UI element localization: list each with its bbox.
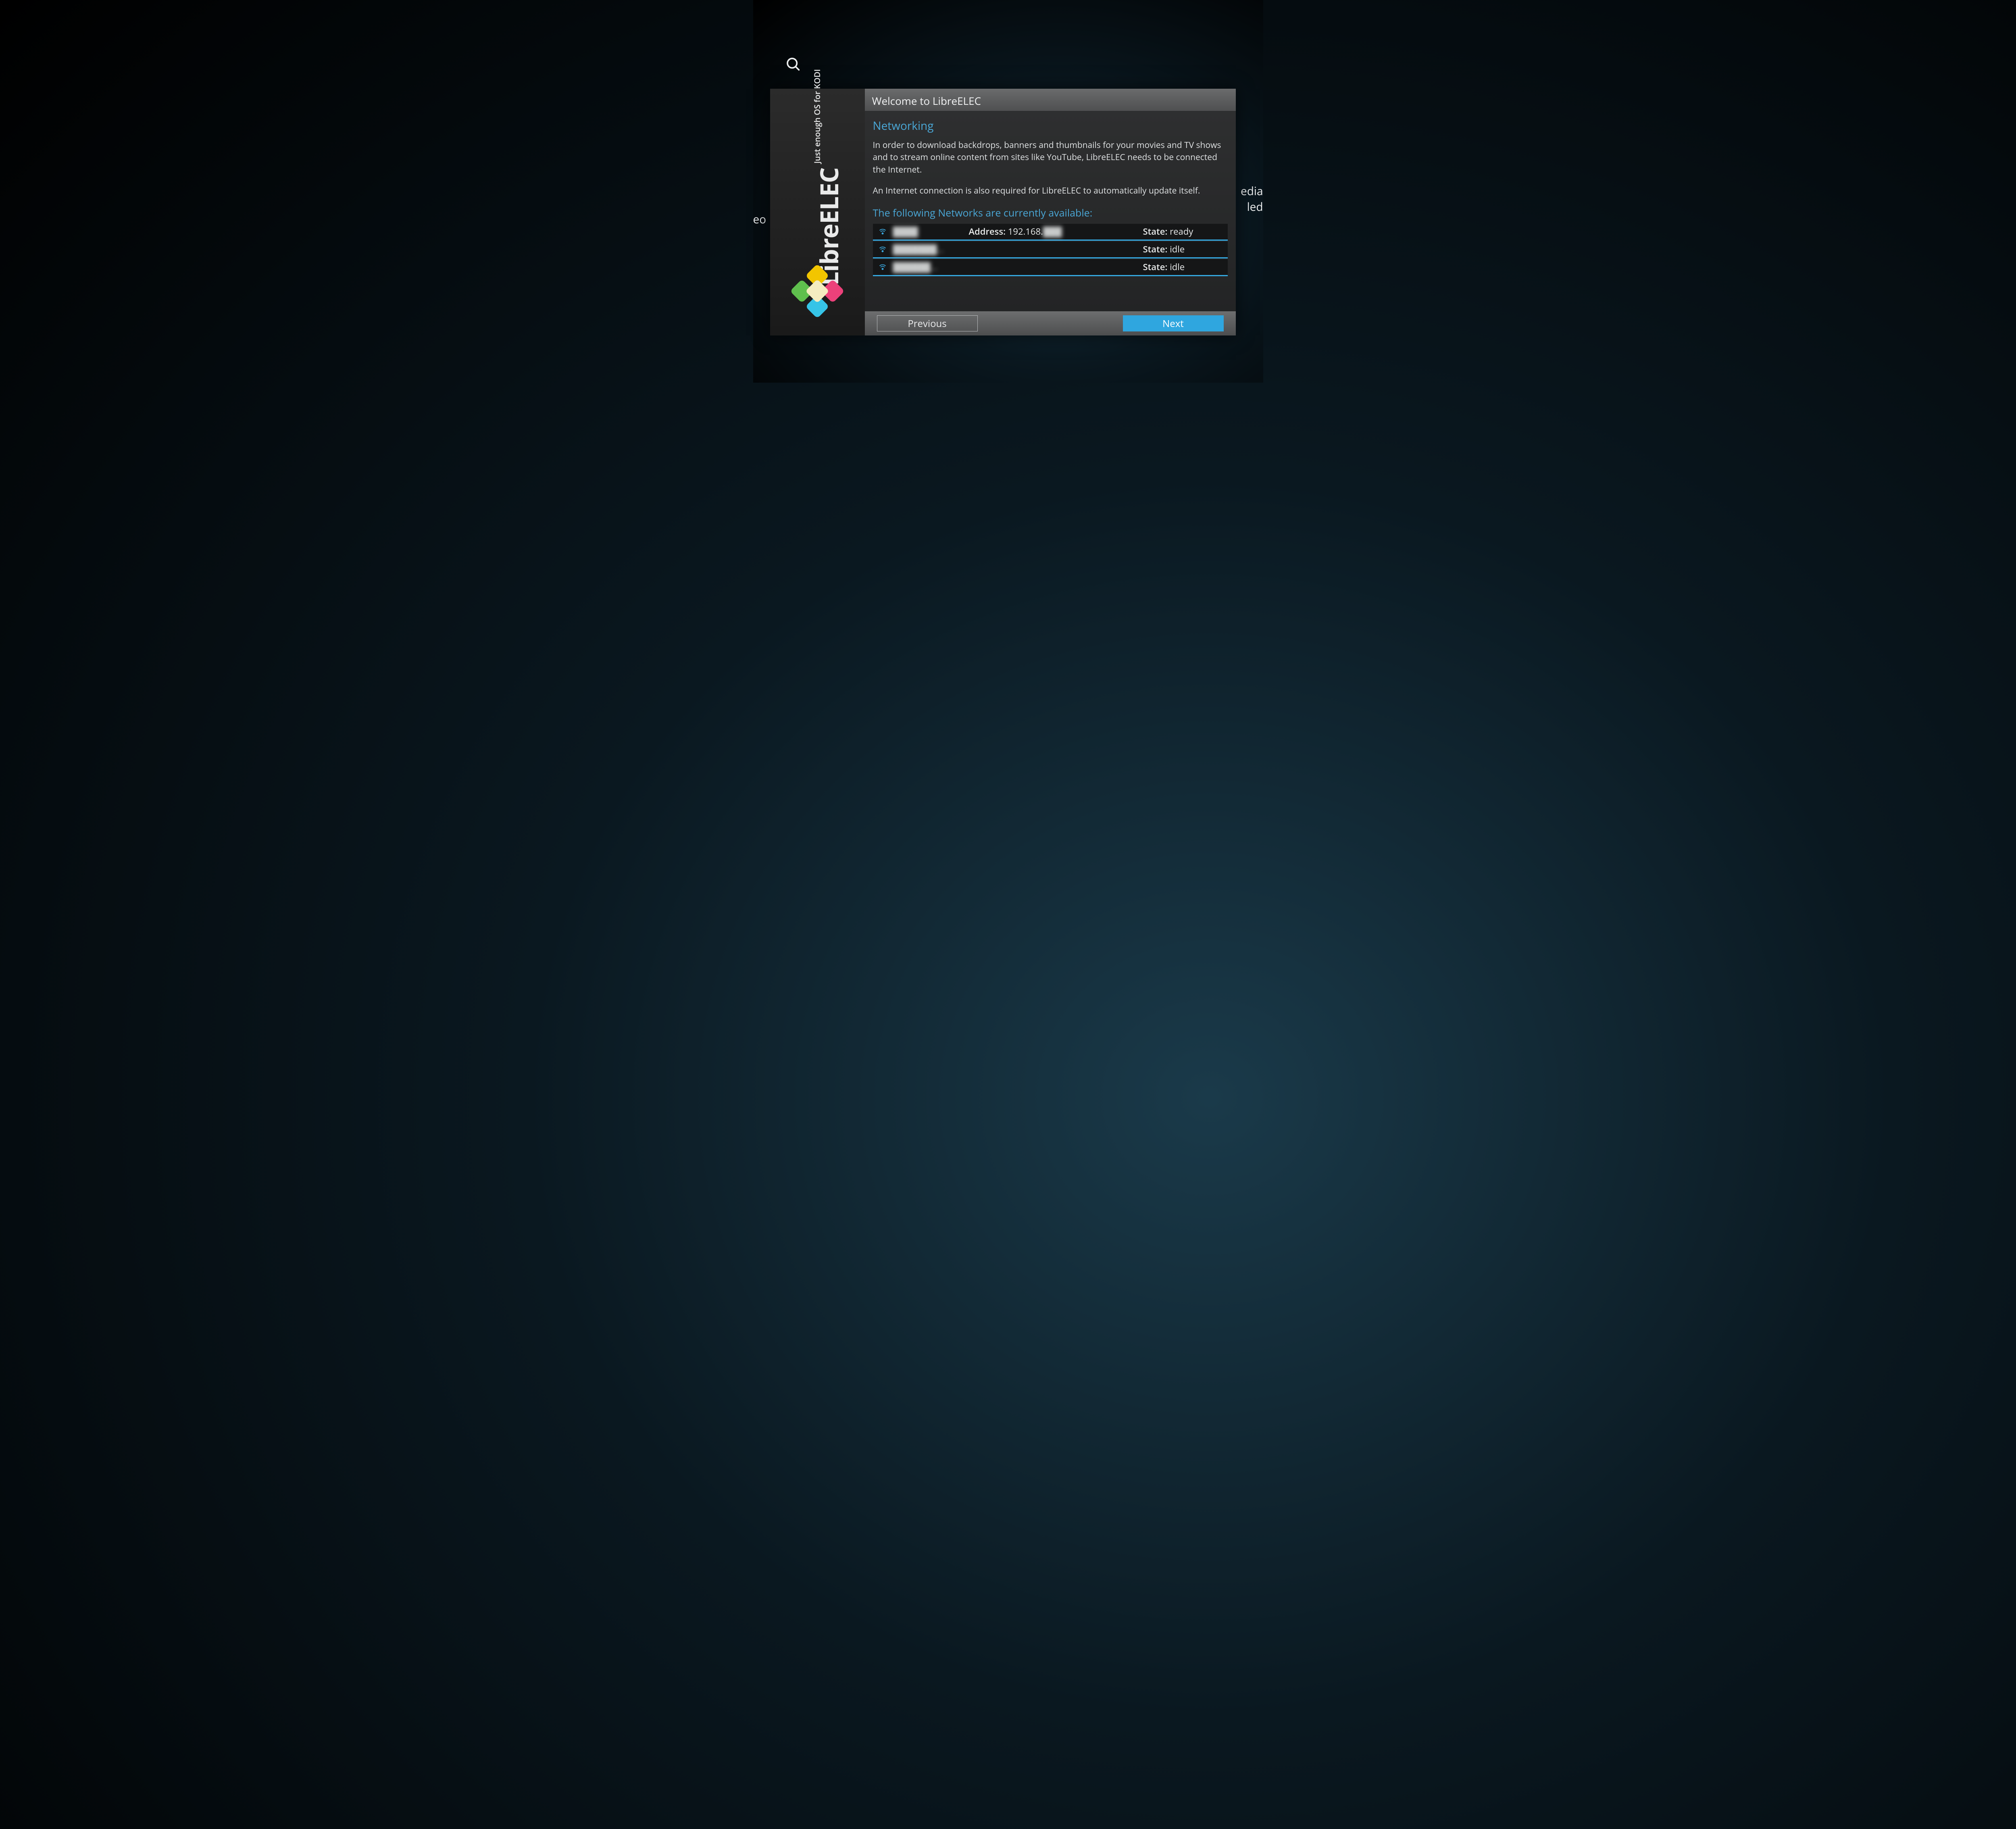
next-button[interactable]: Next (1123, 315, 1224, 331)
wizard-footer: Previous Next (865, 311, 1236, 335)
networks-heading: The following Networks are currently ava… (873, 206, 1228, 220)
background-text-right: edia led (1241, 183, 1263, 215)
network-address: Address: 192.168.███ (969, 225, 1143, 237)
network-state: State: idle (1143, 261, 1224, 273)
wizard-content: Networking In order to download backdrop… (865, 111, 1236, 311)
previous-button[interactable]: Previous (877, 315, 978, 331)
main-panel: Welcome to LibreELEC Networking In order… (865, 89, 1236, 335)
libreelec-logo-icon (787, 261, 848, 323)
side-panel: LibreELEC Just enough OS for KODI (770, 89, 865, 335)
wifi-icon (877, 245, 888, 253)
network-list: ████ Address: 192.168.███ State: ready (873, 224, 1228, 276)
network-row[interactable]: ██████... State: idle (873, 259, 1228, 276)
wifi-icon (877, 227, 888, 235)
network-state: State: idle (1143, 243, 1224, 255)
network-name: ██████... (888, 261, 969, 273)
section-title: Networking (873, 118, 1228, 133)
network-row[interactable]: ████ Address: 192.168.███ State: ready (873, 224, 1228, 241)
wizard-title: Welcome to LibreELEC (865, 89, 1236, 111)
network-name: ███████... (888, 243, 969, 255)
brand-block: LibreELEC Just enough OS for KODI (793, 69, 841, 285)
background-text-left: eo (753, 212, 766, 227)
network-state: State: ready (1143, 225, 1224, 237)
setup-wizard-window: LibreELEC Just enough OS for KODI Welcom… (770, 89, 1236, 335)
network-row[interactable]: ███████... State: idle (873, 242, 1228, 258)
network-name: ████ (888, 225, 969, 237)
wifi-icon (877, 263, 888, 271)
section-paragraph-1: In order to download backdrops, banners … (873, 139, 1228, 176)
section-paragraph-2: An Internet connection is also required … (873, 185, 1228, 197)
brand-tagline: Just enough OS for KODI (813, 69, 822, 163)
